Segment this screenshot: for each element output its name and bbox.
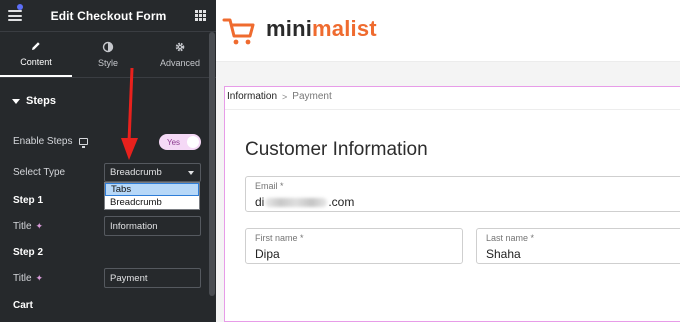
checkout-form-widget[interactable]: Information > Payment Customer Informati… — [224, 86, 680, 322]
caret-down-icon — [12, 98, 20, 104]
redacted-blur — [265, 198, 328, 207]
notification-dot — [17, 4, 23, 10]
step1-heading: Step 1 — [13, 195, 44, 206]
grid-apps-icon[interactable] — [195, 10, 206, 21]
site-logo-text[interactable]: minimalist — [266, 16, 377, 42]
logo-part-2: malist — [312, 16, 377, 41]
annotation-arrow — [121, 67, 138, 160]
step1-title-label: Title — [13, 221, 32, 232]
tab-style-label: Style — [97, 58, 118, 68]
page-preview: minimalist Information > Payment Custome… — [216, 0, 680, 322]
breadcrumb-step-2[interactable]: Payment — [292, 91, 331, 102]
email-field[interactable]: Email * di .com — [245, 176, 680, 212]
half-circle-icon — [102, 41, 114, 53]
toggle-label: Yes — [167, 137, 181, 147]
gear-icon — [175, 42, 185, 52]
panel-header: Edit Checkout Form — [0, 0, 216, 32]
content-area: Information > Payment Customer Informati… — [216, 62, 680, 322]
tab-content-label: Content — [20, 57, 52, 67]
editor-panel: Edit Checkout Form Content Style Advance… — [0, 0, 216, 322]
email-value-suffix: .com — [328, 195, 355, 209]
step2-heading: Step 2 — [13, 247, 44, 258]
tab-advanced-label: Advanced — [159, 58, 201, 68]
first-name-value: Dipa — [255, 247, 280, 261]
monitor-icon[interactable] — [78, 138, 88, 148]
tab-content[interactable]: Content — [0, 32, 72, 77]
step2-title-input[interactable]: Payment — [104, 268, 201, 288]
step1-title-input[interactable]: Information — [104, 216, 201, 236]
first-name-field[interactable]: First name * Dipa — [245, 228, 463, 264]
panel-tabs: Content Style Advanced — [0, 32, 216, 78]
breadcrumb-step-1[interactable]: Information — [227, 91, 277, 102]
enable-steps-label: Enable Steps — [13, 136, 73, 147]
select-type-dropdown[interactable]: Breadcrumb — [104, 163, 201, 182]
hamburger-menu-icon[interactable] — [8, 4, 23, 21]
option-breadcrumb[interactable]: Breadcrumb — [105, 196, 199, 209]
step2-title-label: Title — [13, 273, 32, 284]
last-name-value: Shaha — [486, 247, 521, 261]
panel-scrollbar[interactable] — [209, 32, 215, 296]
enable-steps-toggle[interactable]: Yes — [159, 134, 201, 150]
select-type-value: Breadcrumb — [110, 167, 162, 178]
email-label: Email * — [255, 181, 284, 191]
last-name-field[interactable]: Last name * Shaha — [476, 228, 680, 264]
toggle-knob — [187, 136, 199, 148]
dropdown-arrow-icon — [188, 171, 194, 175]
shopping-cart-icon — [222, 18, 255, 45]
panel-title: Edit Checkout Form — [50, 8, 167, 23]
email-value: di .com — [255, 195, 354, 209]
site-header: minimalist — [216, 0, 680, 62]
section-title: Steps — [26, 95, 56, 107]
steps-section-toggle[interactable]: Steps — [0, 86, 216, 116]
cart-heading: Cart — [13, 300, 34, 311]
last-name-label: Last name * — [486, 233, 535, 243]
ai-sparkle-icon[interactable]: ✦ — [36, 273, 44, 284]
tab-advanced[interactable]: Advanced — [144, 32, 216, 77]
divider — [225, 109, 680, 110]
pencil-icon — [32, 42, 40, 50]
ai-sparkle-icon[interactable]: ✦ — [36, 221, 44, 232]
section-heading: Customer Information — [245, 139, 428, 160]
email-value-prefix: di — [255, 195, 265, 209]
option-tabs[interactable]: Tabs — [105, 183, 199, 196]
breadcrumb-separator: > — [282, 91, 288, 102]
select-type-label: Select Type — [13, 167, 66, 178]
first-name-label: First name * — [255, 233, 304, 243]
logo-part-1: mini — [266, 16, 313, 41]
checkout-breadcrumb: Information > Payment — [227, 91, 332, 102]
select-type-options: Tabs Breadcrumb — [104, 182, 200, 210]
